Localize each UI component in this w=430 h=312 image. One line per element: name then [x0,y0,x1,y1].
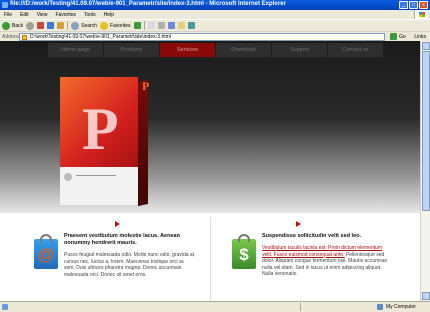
page-status-icon [2,304,8,310]
status-bar: My Computer [0,301,430,312]
nav-support[interactable]: Support [272,43,327,57]
box-label-line [76,175,116,176]
search-icon [71,21,80,30]
close-button[interactable]: x [419,1,428,9]
scroll-thumb[interactable] [422,51,430,211]
toolbar-separator [143,21,145,30]
box-side [138,79,148,207]
stop-icon[interactable] [37,22,45,29]
window-title-bar: file:///D:/work/Testing/41.09.07/web/e-9… [0,0,430,10]
search-button[interactable]: Search [71,21,97,31]
left-body: Pusce feugiat malesuada odio. Morbi nunc… [64,252,196,278]
star-icon [99,21,108,30]
menu-help[interactable]: Help [104,12,114,18]
favorites-button[interactable]: Favorites [99,21,131,31]
minimize-button[interactable]: _ [399,1,408,9]
hero-banner: Home page Products Services Download Sup… [0,41,420,213]
column-divider [210,217,211,301]
print-icon[interactable] [157,22,165,29]
at-sign-icon: @ [37,245,55,264]
folder-icon[interactable] [177,22,185,29]
page-icon [22,35,27,40]
menu-bar: File Edit View Favorites Tools Help [0,10,430,19]
shopping-bag-dollar-icon: $ [232,234,256,269]
left-column: Praesent vestibulum molestie lacus. Aene… [64,233,196,278]
nav-contact[interactable]: Contact us [328,43,383,57]
menu-tools[interactable]: Tools [84,12,96,18]
status-zone: My Computer [376,304,416,310]
scroll-down-button[interactable] [422,292,430,300]
favorites-label: Favorites [109,22,131,29]
menu-file[interactable]: File [4,12,12,18]
left-heading: Praesent vestibulum molestie lacus. Aene… [64,233,180,246]
box-letter: P [82,96,119,162]
menu-edit[interactable]: Edit [20,12,29,18]
search-label: Search [81,22,97,29]
zone-label: My Computer [385,304,416,310]
status-cells [300,303,360,311]
nav-services[interactable]: Services [160,43,215,57]
go-arrow-icon [390,33,397,40]
box-letter-small: P [142,79,150,93]
nav-home[interactable]: Home page [48,43,103,57]
go-label: Go [399,33,406,40]
menu-view[interactable]: View [37,12,48,18]
dollar-sign-icon: $ [239,245,249,264]
right-column: Suspendisse sollicitudin velit sed leo. … [262,233,392,278]
menu-favorites[interactable]: Favorites [55,12,76,18]
nav-download[interactable]: Download [216,43,271,57]
refresh-icon[interactable] [47,22,55,29]
right-heading: Suspendisse sollicitudin velit sed leo. [262,233,362,239]
box-label-area [60,167,138,205]
red-arrow-icon [115,221,120,227]
forward-button[interactable] [26,21,35,31]
address-input[interactable]: D:\work\Testing\41.09.07\web\e-901_Param… [19,33,385,41]
back-label: Back [12,22,24,29]
vertical-scrollbar[interactable] [420,41,430,301]
nav-products[interactable]: Products [104,43,159,57]
site-nav: Home page Products Services Download Sup… [48,43,383,57]
history-icon[interactable] [133,22,141,29]
address-label: Address [2,33,21,40]
messenger-icon[interactable] [187,22,195,29]
my-computer-icon [376,304,383,310]
links-button[interactable]: Links [414,34,426,40]
go-button[interactable]: Go [390,33,406,40]
product-box-image: P P [60,77,150,207]
scroll-up-button[interactable] [422,42,430,50]
box-front: P [60,77,138,205]
toolbar-separator [67,21,69,30]
address-bar: Address D:\work\Testing\41.09.07\web\e-9… [0,31,430,41]
page-viewport[interactable]: Home page Products Services Download Sup… [0,41,420,301]
window-title: file:///D:/work/Testing/41.09.07/web/e-9… [10,1,286,7]
bag-handle [238,234,250,242]
back-button[interactable]: Back [2,21,23,31]
windows-logo-icon [414,10,428,19]
red-arrow-icon [296,221,301,227]
standard-toolbar: Back Search Favorites [0,19,430,31]
edit-icon[interactable] [167,22,175,29]
ie-icon [2,2,8,8]
maximize-button[interactable]: □ [409,1,418,9]
address-value: D:\work\Testing\41.09.07\web\e-901_Param… [30,34,171,40]
mail-icon[interactable] [147,22,155,29]
back-arrow-icon [2,21,10,30]
window-controls: _ □ x [399,1,428,9]
box-logo-icon [64,173,72,181]
shopping-bag-email-icon: @ [34,234,58,269]
bag-handle [40,234,52,242]
home-icon[interactable] [57,22,65,29]
forward-arrow-icon [26,21,35,30]
status-left [2,304,11,310]
right-body-block: Vestibulum iaculis lacinia est. Proin di… [262,245,392,278]
